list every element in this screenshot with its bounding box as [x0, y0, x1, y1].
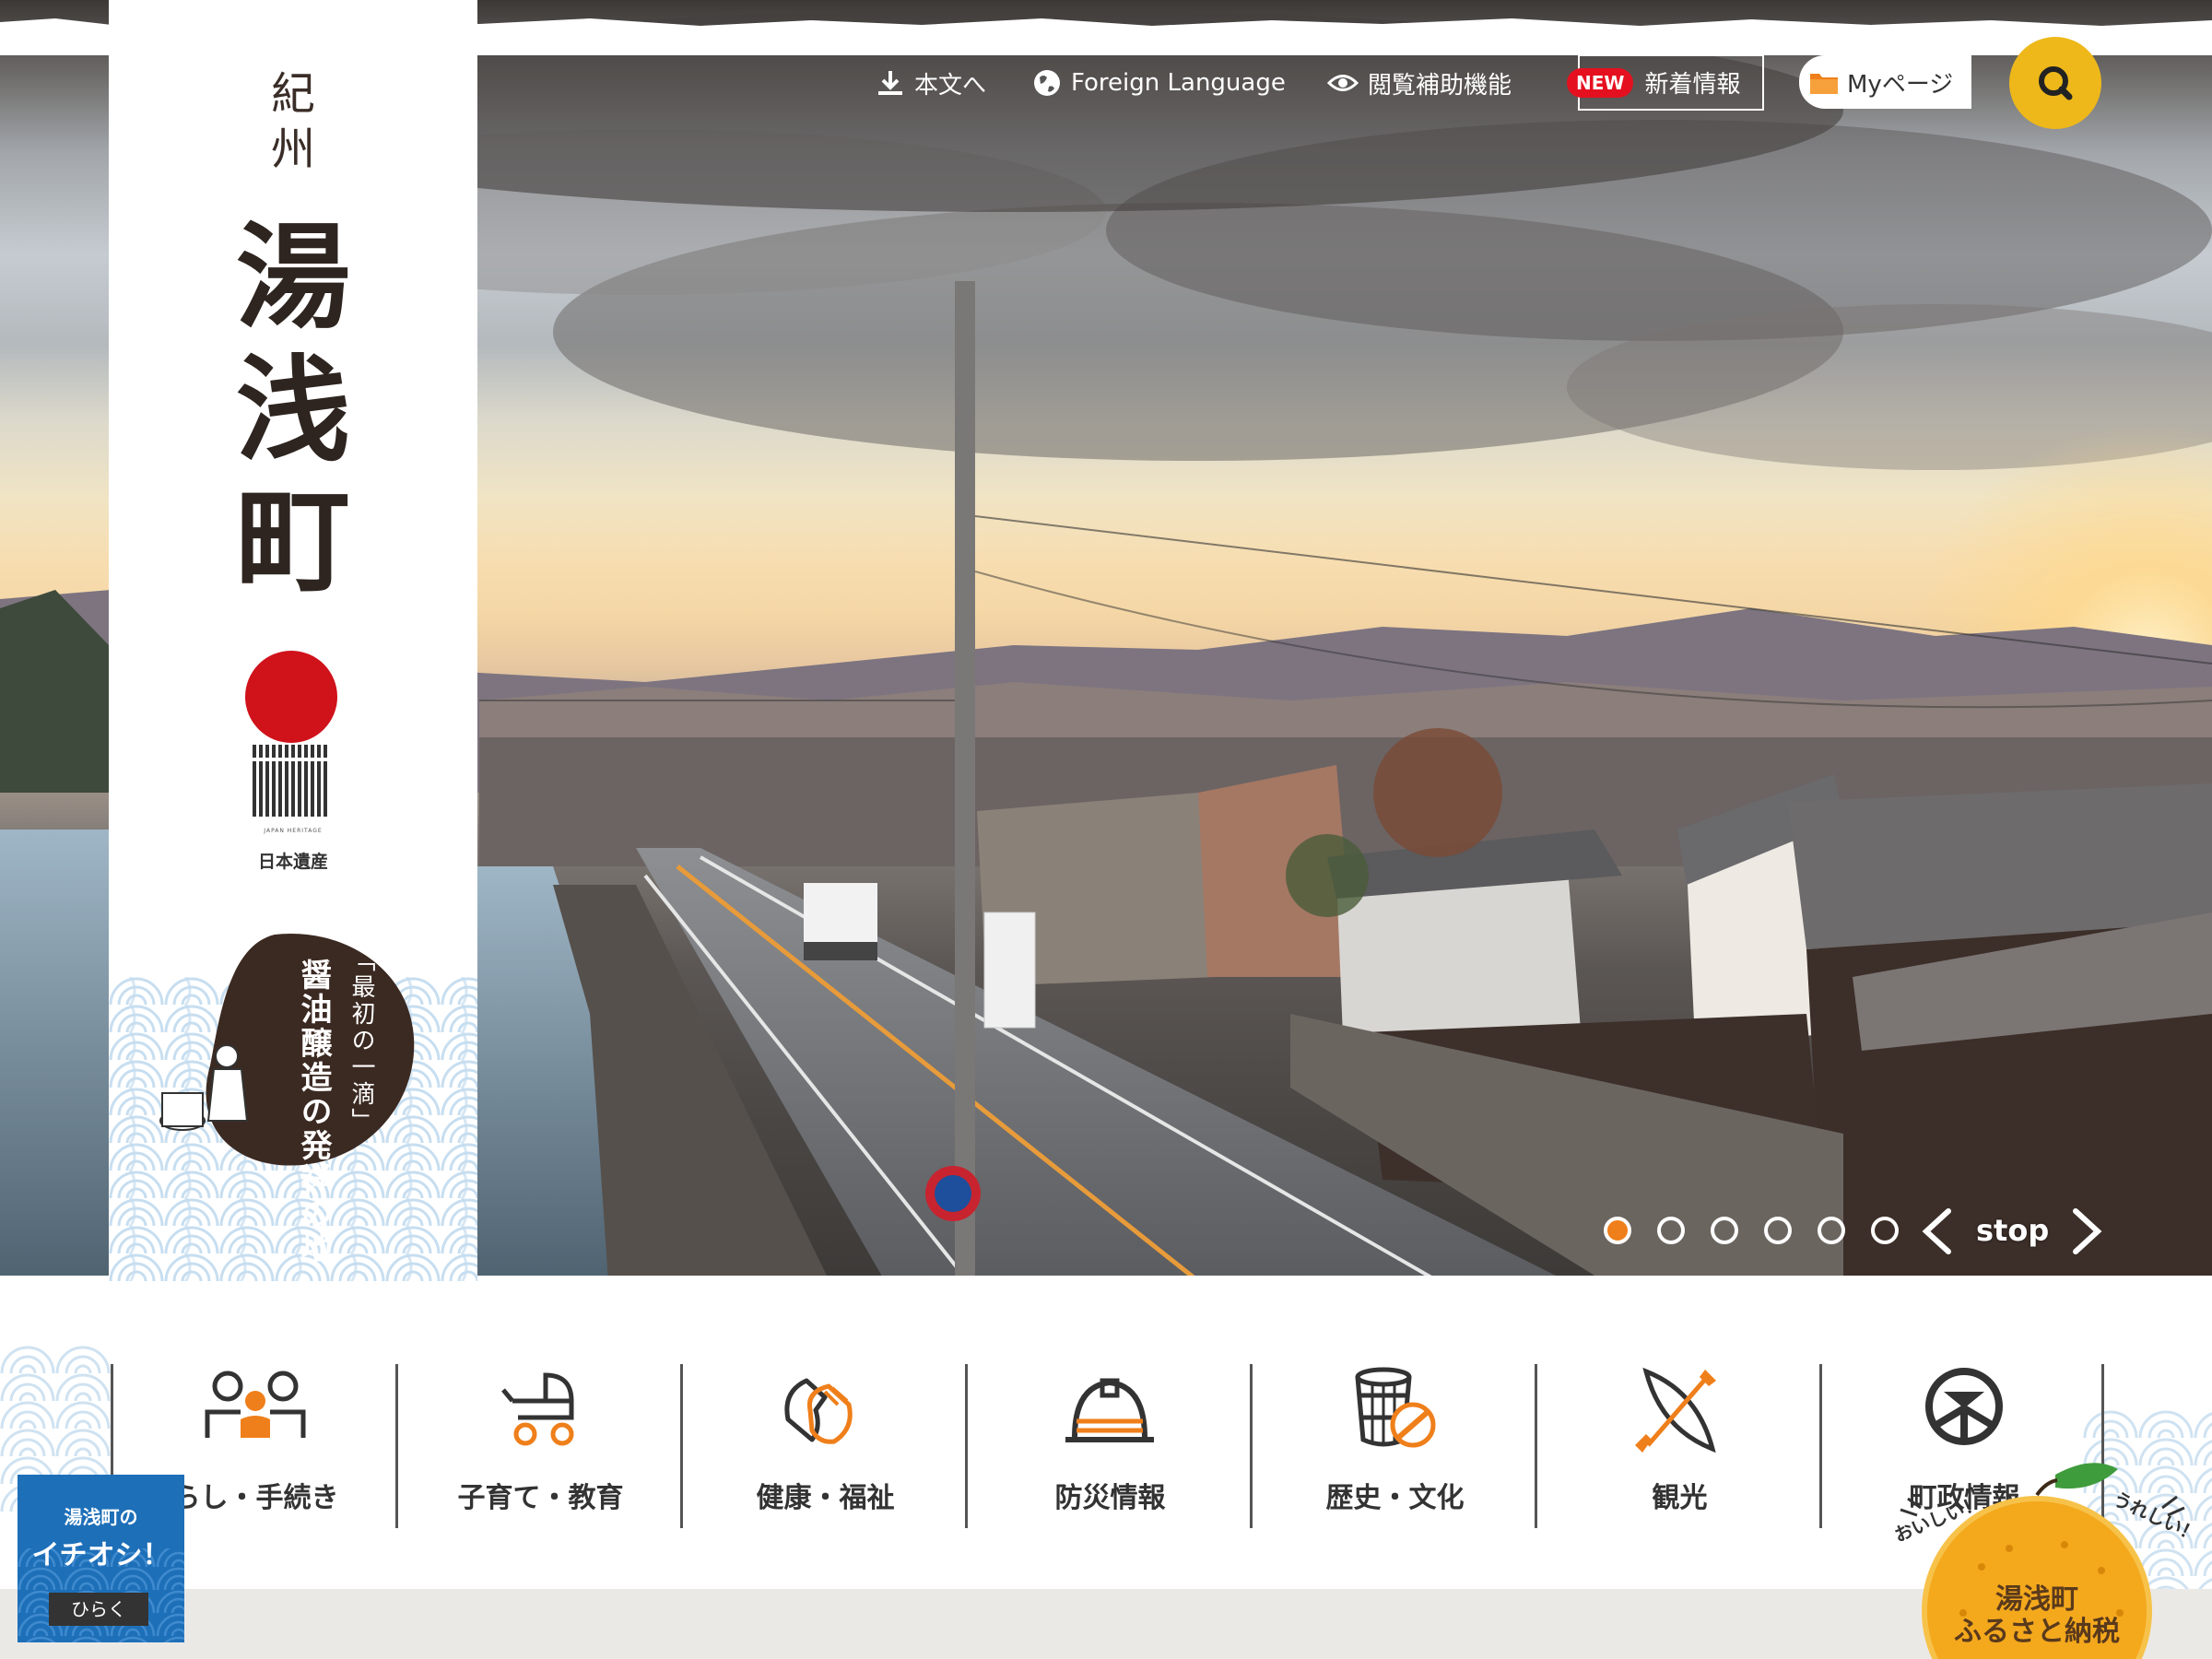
accessibility-label: 閲覧補助機能: [1368, 71, 1512, 100]
slide-prev-icon[interactable]: [1919, 1207, 1956, 1255]
mypage-button[interactable]: Myページ: [1799, 55, 1971, 109]
category-childcare[interactable]: 子育て・教育: [395, 1364, 680, 1528]
new-badge: NEW: [1567, 67, 1634, 98]
logo-yuasa-3: 町: [235, 475, 350, 608]
ichioshi-open-button[interactable]: ひらく: [49, 1593, 148, 1626]
mypage-label: Myページ: [1847, 70, 1954, 99]
slide-next-icon[interactable]: [2068, 1207, 2105, 1255]
skip-label: 本文へ: [914, 71, 987, 100]
folder-icon: [1810, 74, 1838, 94]
japan-heritage-sun-icon: [245, 651, 337, 743]
site-logo-panel[interactable]: 紀 州 湯 浅 町 JAPAN HERITAGE 日本遺産 「最初の一滴」 醤油…: [109, 0, 477, 1281]
category-label: 健康・福祉: [756, 1482, 895, 1514]
kayak-icon: [1635, 1367, 1716, 1453]
category-nav: らし・手続き 子育て・教育 健康・福祉 防災情報 歴史・文化 観光 町政情報: [111, 1364, 2104, 1528]
logo-kishu-2: 州: [270, 124, 315, 175]
globe-icon: [1034, 70, 1060, 96]
logo-kishu-1: 紀: [270, 68, 315, 120]
japan-heritage-mark-icon: [253, 745, 328, 817]
skip-to-content-link[interactable]: 本文へ: [876, 63, 986, 103]
download-icon: [878, 71, 902, 95]
badge-first-drop: 「最初の一滴」: [347, 947, 375, 1135]
category-tourism[interactable]: 観光: [1535, 1364, 1819, 1528]
slide-indicators: [1604, 1217, 1899, 1244]
category-label: 観光: [1652, 1482, 1708, 1514]
search-icon: [2039, 66, 2073, 100]
people-icon: [205, 1371, 306, 1438]
slide-dot-4[interactable]: [1764, 1217, 1792, 1244]
town-emblem-icon: [1925, 1368, 2003, 1445]
slide-dot-2[interactable]: [1657, 1217, 1685, 1244]
category-label: 防災情報: [1054, 1482, 1166, 1514]
accessibility-link[interactable]: 閲覧補助機能: [1327, 63, 1512, 103]
ichioshi-line2: イチオシ！: [31, 1539, 171, 1571]
slide-stop-button[interactable]: stop: [1976, 1213, 2049, 1248]
slide-dot-1[interactable]: [1604, 1217, 1631, 1244]
japan-heritage-en: JAPAN HERITAGE: [264, 828, 323, 834]
furusato-title-tax: ふるさと納税: [1954, 1616, 2120, 1648]
category-disaster[interactable]: 防災情報: [965, 1364, 1250, 1528]
news-button[interactable]: NEW 新着情報: [1567, 54, 1764, 111]
japan-heritage-label: 日本遺産: [257, 852, 328, 872]
badge-birthplace: 醤油醸造の発祥の地: [295, 959, 332, 1265]
category-label: 子育て・教育: [457, 1482, 624, 1514]
logo-yuasa-2: 浅: [235, 344, 350, 477]
logo-yuasa-1: 湯: [235, 211, 350, 345]
category-history[interactable]: 歴史・文化: [1250, 1364, 1535, 1528]
foreign-language-label: Foreign Language: [1071, 69, 1286, 97]
helmet-icon: [1065, 1378, 1154, 1442]
news-label: 新着情報: [1644, 71, 1741, 99]
slide-dot-5[interactable]: [1818, 1217, 1845, 1244]
ichioshi-panel[interactable]: 湯浅町の イチオシ！ ひらく: [18, 1475, 184, 1642]
barrel-icon: [1355, 1367, 1436, 1448]
ichioshi-line1: 湯浅町の: [64, 1506, 138, 1528]
search-button[interactable]: [2009, 37, 2101, 129]
eye-icon: [1327, 75, 1359, 91]
category-health[interactable]: 健康・福祉: [680, 1364, 965, 1528]
foreign-language-link[interactable]: Foreign Language: [1032, 63, 1286, 103]
slide-dot-6[interactable]: [1871, 1217, 1899, 1244]
category-label: 歴史・文化: [1325, 1482, 1465, 1514]
slide-dot-3[interactable]: [1711, 1217, 1738, 1244]
stroller-icon: [501, 1372, 574, 1446]
hands-icon: [784, 1378, 853, 1444]
